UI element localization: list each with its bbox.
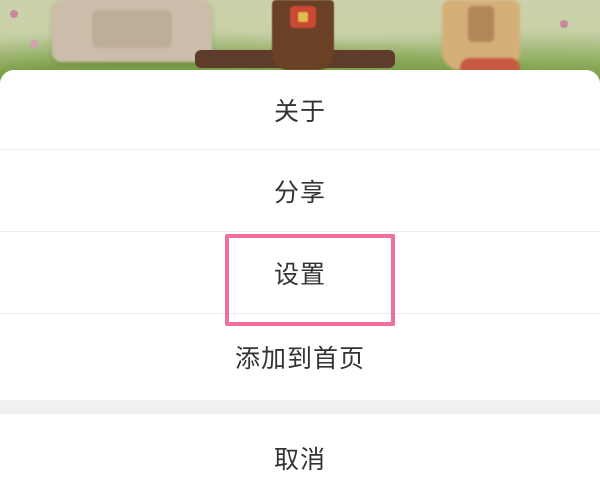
divider [0, 400, 600, 414]
menu-item-about[interactable]: 关于 [0, 70, 600, 150]
menu-item-label: 关于 [273, 96, 326, 126]
cancel-label: 取消 [273, 445, 326, 474]
menu-item-label: 添加到首页 [234, 344, 365, 373]
menu-item-settings[interactable]: 设置 [0, 232, 600, 314]
menu-item-share[interactable]: 分享 [0, 150, 600, 232]
menu-item-label: 设置 [273, 259, 326, 289]
cancel-button[interactable]: 取消 [0, 414, 600, 500]
menu-group: 关于 分享 设置 添加到首页 [0, 70, 600, 400]
menu-item-add-to-home[interactable]: 添加到首页 [0, 314, 600, 400]
action-sheet: 关于 分享 设置 添加到首页 取消 [0, 70, 600, 500]
menu-item-label: 分享 [273, 177, 326, 207]
